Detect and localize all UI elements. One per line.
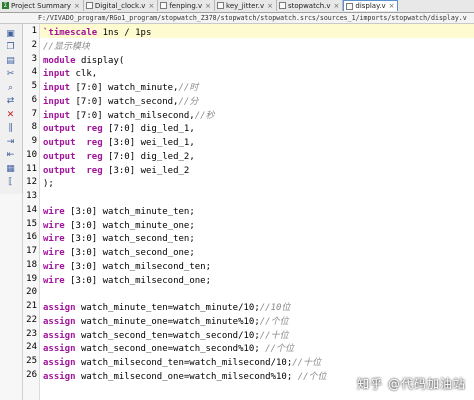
- line-number: 6: [31, 94, 37, 105]
- code-line[interactable]: );: [43, 177, 54, 191]
- line-number: 24: [26, 342, 37, 353]
- tab-3[interactable]: key_jitter.v ×: [215, 0, 277, 11]
- line-number: 22: [26, 314, 37, 325]
- tab-label: display.v: [355, 2, 386, 10]
- indent-icon[interactable]: ⇥: [4, 136, 17, 147]
- verilog-file-icon: [346, 2, 354, 10]
- line-number: 19: [26, 273, 37, 284]
- line-number: 1: [31, 26, 37, 36]
- line-number: 8: [31, 122, 37, 133]
- line-number: 23: [26, 328, 37, 339]
- code-line[interactable]: input [7:0] watch_second,//分: [43, 95, 198, 109]
- code-line[interactable]: wire [3:0] watch_second_one;: [43, 246, 195, 260]
- line-number: 10: [26, 149, 37, 160]
- code-line[interactable]: assign watch_milsecond_one=watch_milseco…: [43, 370, 327, 384]
- paste-icon[interactable]: ▤: [4, 55, 17, 66]
- tab-5[interactable]: display.v ×: [343, 0, 399, 11]
- line-number: 21: [26, 301, 37, 311]
- code-line[interactable]: input clk,: [43, 67, 97, 81]
- verilog-file-icon: [278, 2, 286, 9]
- comment-icon[interactable]: ∥: [4, 123, 17, 134]
- verilog-file-icon: [217, 2, 225, 9]
- file-path-bar: F:/VIVADO_program/RGo1_program/stopwatch…: [0, 13, 474, 24]
- code-editor[interactable]: `timescale 1ns / 1ps//显示模块 module display…: [40, 24, 474, 400]
- line-number: 3: [31, 53, 37, 64]
- editor-toolbar: ▣ ❐ ▤ ✂ ⌕ ⇄ ✕ ∥ ⇥ ⇤ ▦ ⟦: [0, 24, 23, 194]
- code-line[interactable]: wire [3:0] watch_minute_ten;: [43, 205, 195, 219]
- close-icon[interactable]: ×: [205, 2, 211, 10]
- tab-label: Digital_clock.v: [94, 1, 146, 10]
- code-line[interactable]: assign watch_milsecond_ten=watch_milseco…: [43, 356, 321, 370]
- code-line[interactable]: output reg [3:0] wei_led_2: [43, 164, 189, 178]
- line-number: 5: [31, 81, 37, 91]
- cut-icon[interactable]: ✂: [4, 69, 17, 80]
- code-line[interactable]: assign watch_minute_one=watch_minute%10;…: [43, 315, 289, 329]
- line-number: 12: [26, 177, 37, 188]
- summary-icon: Σ: [2, 2, 9, 9]
- tab-1[interactable]: Digital_clock.v ×: [84, 0, 159, 11]
- copy-icon[interactable]: ❐: [4, 42, 17, 53]
- close-icon[interactable]: ×: [334, 2, 340, 10]
- code-line[interactable]: `timescale 1ns / 1ps: [43, 26, 151, 40]
- line-number: 15: [26, 218, 37, 229]
- line-number: 13: [26, 191, 37, 201]
- tab-label: fenping.v: [169, 1, 203, 10]
- line-number: 26: [26, 369, 37, 380]
- tab-2[interactable]: fenping.v ×: [158, 0, 216, 11]
- code-line[interactable]: assign watch_minute_ten=watch_minute/10;…: [43, 301, 290, 315]
- tab-0[interactable]: Σ Project Summary ×: [0, 0, 84, 11]
- verilog-file-icon: [160, 2, 168, 9]
- code-line[interactable]: assign watch_second_ten=watch_second/10;…: [43, 329, 289, 343]
- tab-label: Project Summary: [11, 1, 72, 10]
- line-number: 11: [26, 163, 37, 174]
- left-pane: [0, 194, 23, 400]
- save-icon[interactable]: ▣: [4, 28, 17, 39]
- tab-4[interactable]: stopwatch.v ×: [277, 0, 344, 11]
- replace-icon[interactable]: ⇄: [4, 96, 17, 107]
- outdent-icon[interactable]: ⇤: [4, 150, 17, 161]
- line-number: 9: [31, 136, 37, 146]
- code-line[interactable]: wire [3:0] watch_milsecond_one;: [43, 274, 211, 288]
- close-icon[interactable]: ×: [389, 2, 395, 10]
- code-line[interactable]: input [7:0] watch_minute,//时: [43, 81, 198, 95]
- code-line[interactable]: module display(: [43, 54, 124, 68]
- verilog-file-icon: [85, 2, 93, 9]
- close-icon[interactable]: ×: [74, 2, 80, 10]
- tab-label: stopwatch.v: [287, 1, 331, 10]
- delete-icon[interactable]: ✕: [4, 109, 17, 120]
- line-number: 20: [26, 287, 37, 298]
- watermark: 知乎 @代码加油站: [357, 377, 466, 391]
- close-icon[interactable]: ×: [148, 2, 154, 10]
- code-line[interactable]: wire [3:0] watch_second_ten;: [43, 232, 195, 246]
- tab-label: key_jitter.v: [226, 1, 265, 10]
- code-line[interactable]: assign watch_second_one=watch_second%10;…: [43, 342, 294, 356]
- code-line[interactable]: input [7:0] watch_milsecond,//秒: [43, 109, 215, 123]
- bracket-icon[interactable]: ⟦: [4, 177, 17, 188]
- line-number: 14: [26, 204, 37, 215]
- code-line[interactable]: //显示模块: [43, 40, 90, 54]
- close-icon[interactable]: ×: [267, 2, 273, 10]
- format-icon[interactable]: ▦: [4, 163, 17, 174]
- line-number: 18: [26, 259, 37, 270]
- line-number: 17: [26, 246, 37, 256]
- line-number: 7: [31, 108, 37, 119]
- code-line[interactable]: output reg [7:0] dig_led_2,: [43, 150, 195, 164]
- code-line[interactable]: output reg [3:0] wei_led_1,: [43, 136, 195, 150]
- editor-tab-bar: Σ Project Summary × Digital_clock.v × fenping…: [0, 0, 474, 13]
- line-number: 16: [26, 232, 37, 243]
- code-line[interactable]: output reg [7:0] dig_led_1,: [43, 122, 195, 136]
- code-line[interactable]: wire [3:0] watch_milsecond_ten;: [43, 260, 211, 274]
- line-number: 25: [26, 356, 37, 366]
- code-line[interactable]: wire [3:0] watch_minute_one;: [43, 219, 195, 233]
- find-icon[interactable]: ⌕: [4, 82, 17, 93]
- line-number: 4: [31, 67, 37, 78]
- line-number: 2: [31, 39, 37, 50]
